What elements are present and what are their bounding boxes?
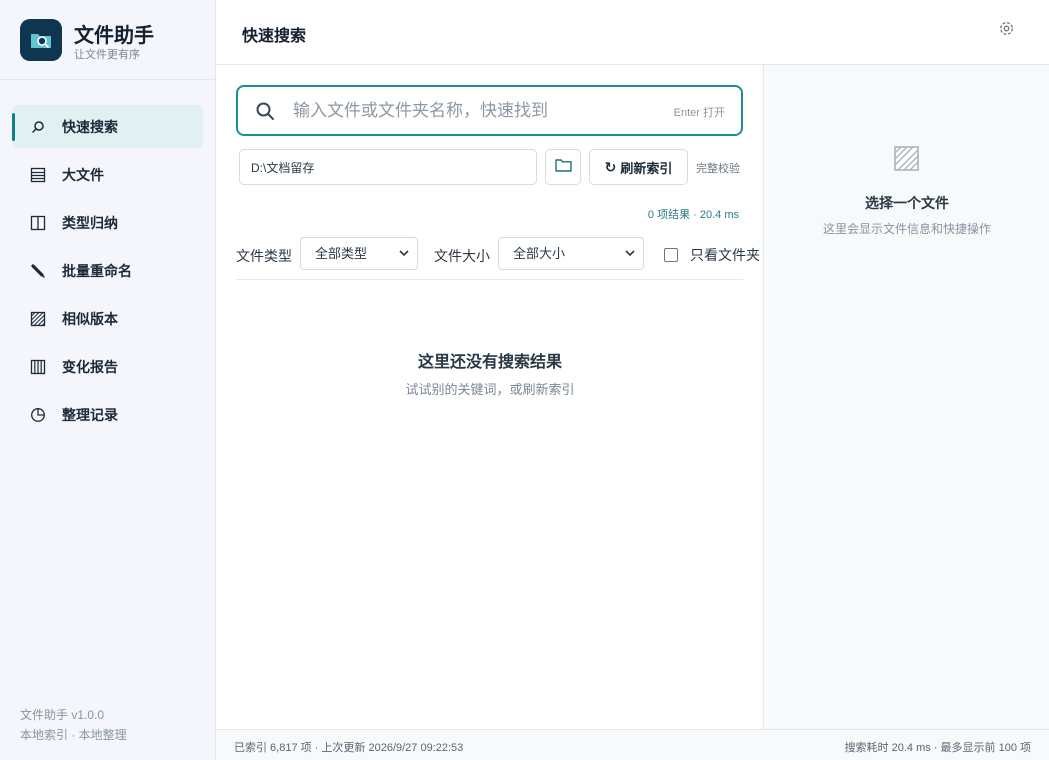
browse-folder-button[interactable]	[545, 149, 581, 185]
folders-only-checkbox[interactable]	[664, 248, 678, 262]
divider	[236, 279, 743, 280]
app-logo-icon	[20, 19, 62, 61]
sidebar-item-label: 相似版本	[62, 310, 118, 327]
empty-state-subtitle: 试试别的关键词，或刷新索引	[405, 382, 575, 397]
filter-bar: 文件类型 全部类型 文件大小 全部大小 只看文件夹	[236, 237, 766, 271]
sidebar: 文件助手 让文件更有序 快速搜索 大文件 类型归纳 批量重命名 相似版本 变化报…	[0, 0, 216, 760]
sidebar-item-label: 变化报告	[62, 358, 118, 375]
full-verify-link[interactable]: 完整校验	[696, 160, 740, 176]
index-status: 已索引 6,817 项 · 上次更新 2026/9/27 09:22:53	[234, 742, 464, 754]
sidebar-item-similar-versions[interactable]: 相似版本	[12, 297, 203, 340]
sidebar-item-change-report[interactable]: 变化报告	[12, 345, 203, 388]
refresh-icon: ↻	[604, 158, 617, 175]
clock-pie-icon	[29, 406, 47, 424]
sidebar-item-label: 批量重命名	[62, 262, 132, 279]
list-icon	[29, 166, 47, 184]
file-size-select[interactable]: 全部大小	[498, 237, 644, 270]
bars-icon	[29, 358, 47, 376]
folder-icon	[554, 158, 572, 177]
status-bar: 已索引 6,817 项 · 上次更新 2026/9/27 09:22:53 搜索…	[216, 729, 1049, 760]
settings-button[interactable]	[997, 22, 1015, 40]
detail-subtitle: 这里会显示文件信息和快捷操作	[822, 222, 991, 236]
file-type-select[interactable]: 全部类型	[300, 237, 418, 270]
sidebar-item-batch-rename[interactable]: 批量重命名	[12, 249, 203, 292]
chevron-down-icon	[399, 238, 409, 280]
folders-only-label: 只看文件夹	[690, 247, 760, 263]
brand-header: 文件助手 让文件更有序	[0, 0, 215, 80]
top-header: 快速搜索	[216, 0, 1049, 65]
search-panel: Enter 打开 ↻ 刷新索引 完整校验 0 项结果 · 20.4 ms 文件类…	[216, 65, 764, 729]
detail-panel: 选择一个文件 这里会显示文件信息和快捷操作	[763, 65, 1049, 729]
gear-icon	[998, 20, 1015, 42]
file-type-value: 全部类型	[315, 246, 368, 261]
search-input[interactable]	[293, 87, 653, 134]
empty-state-title: 这里还没有搜索结果	[417, 354, 562, 371]
search-hint: Enter 打开	[673, 107, 725, 119]
sidebar-footer: 文件助手 v1.0.0 本地索引 · 本地整理	[20, 705, 127, 745]
sidebar-item-label: 类型归纳	[62, 214, 118, 231]
sidebar-item-type-group[interactable]: 类型归纳	[12, 201, 203, 244]
columns-icon	[29, 214, 47, 232]
sidebar-item-quick-search[interactable]: 快速搜索	[12, 105, 203, 148]
placeholder-image-icon	[894, 146, 919, 171]
result-stats: 0 项结果 · 20.4 ms	[647, 209, 739, 221]
sidebar-nav: 快速搜索 大文件 类型归纳 批量重命名 相似版本 变化报告 整理记录	[12, 105, 203, 441]
sidebar-item-label: 快速搜索	[62, 118, 118, 135]
app-subtitle: 让文件更有序	[74, 49, 140, 61]
index-path-field	[239, 149, 537, 185]
file-type-label: 文件类型	[236, 248, 292, 264]
folders-only-toggle[interactable]: 只看文件夹	[664, 245, 760, 265]
detail-title: 选择一个文件	[865, 195, 949, 211]
sidebar-item-large-files[interactable]: 大文件	[12, 153, 203, 196]
file-size-label: 文件大小	[434, 248, 490, 264]
search-box: Enter 打开	[236, 85, 743, 136]
footer-note: 本地索引 · 本地整理	[20, 728, 127, 742]
index-path-input[interactable]	[251, 150, 531, 184]
refresh-index-label: 刷新索引	[620, 160, 673, 176]
app-title: 文件助手	[74, 25, 154, 47]
hatch-icon	[29, 310, 47, 328]
app-version: 文件助手 v1.0.0	[20, 708, 105, 722]
page-title: 快速搜索	[242, 28, 307, 45]
pencil-icon	[29, 262, 47, 280]
search-icon	[255, 101, 275, 121]
search-icon	[29, 118, 47, 136]
sidebar-item-label: 大文件	[62, 166, 104, 183]
file-size-value: 全部大小	[513, 246, 566, 261]
sidebar-item-history[interactable]: 整理记录	[12, 393, 203, 436]
chevron-down-icon	[625, 238, 635, 280]
sidebar-item-label: 整理记录	[62, 406, 118, 423]
search-timing: 搜索耗时 20.4 ms · 最多显示前 100 项	[844, 742, 1031, 754]
refresh-index-button[interactable]: ↻ 刷新索引	[589, 149, 688, 185]
